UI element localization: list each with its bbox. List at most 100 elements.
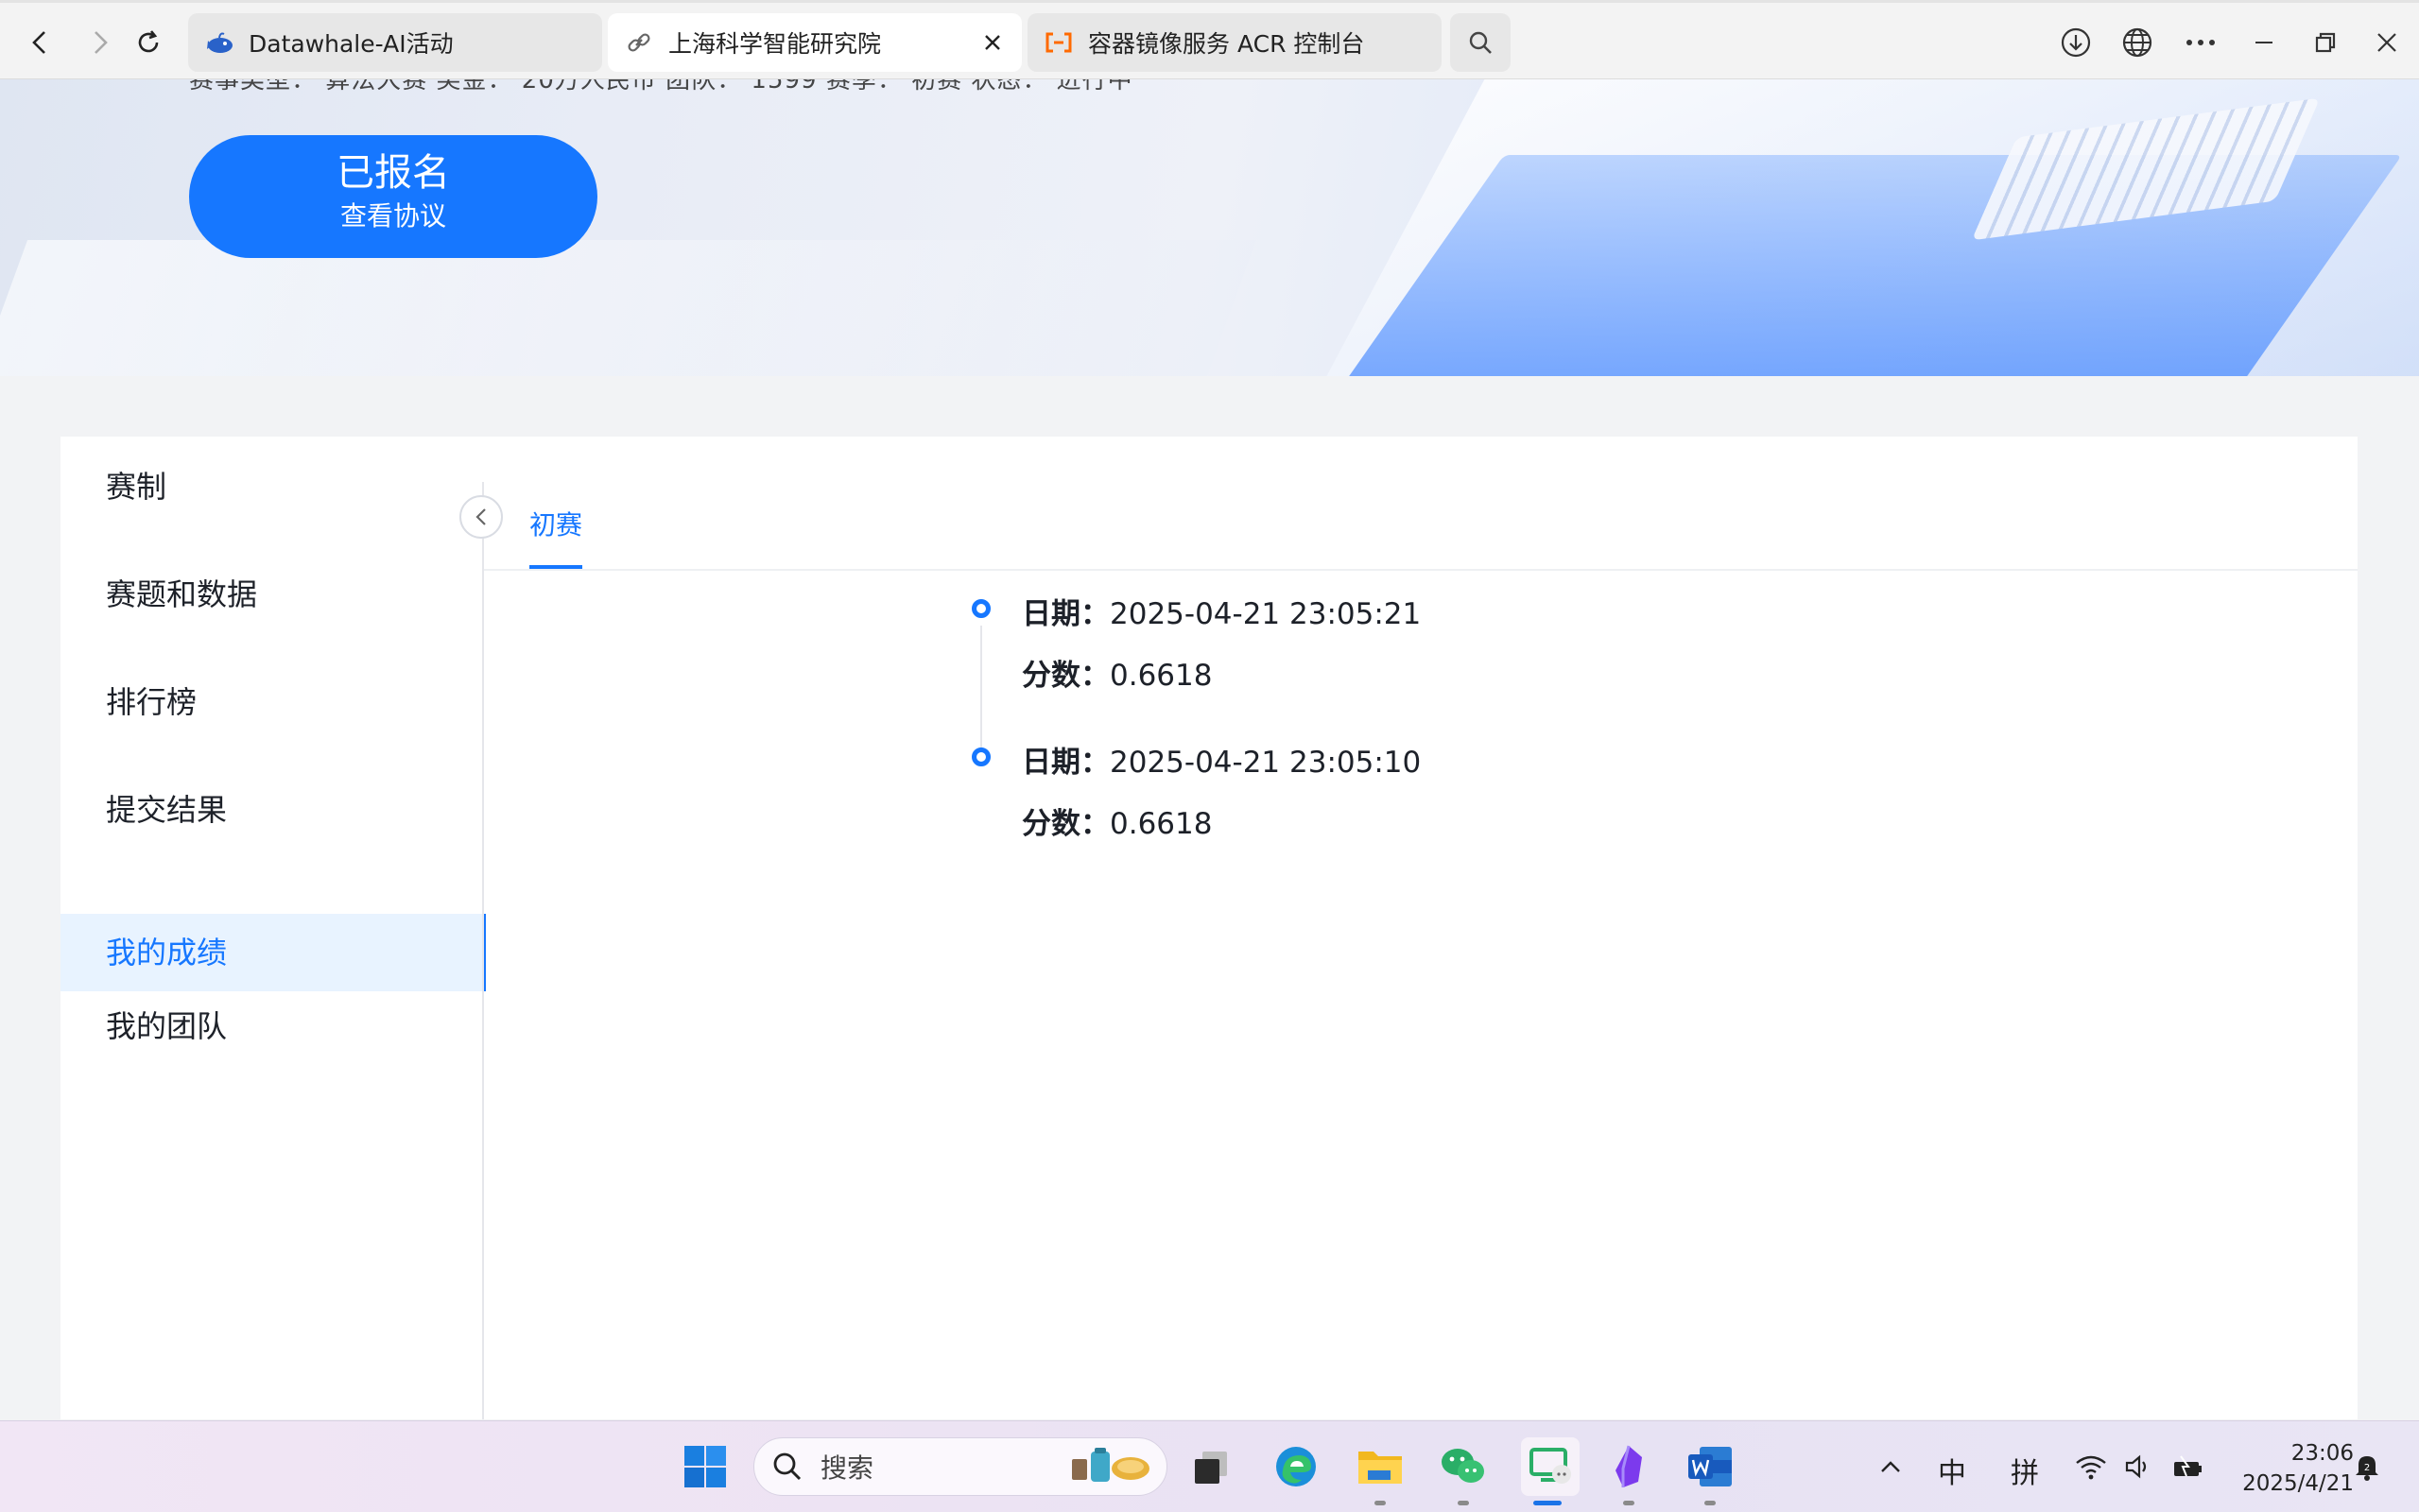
tab-title: 上海科学智能研究院: [668, 30, 882, 58]
battery-charging-icon: [2174, 1455, 2202, 1477]
wechat-button[interactable]: [1439, 1442, 1488, 1491]
start-button[interactable]: [681, 1442, 730, 1491]
whale-icon: [203, 26, 235, 59]
running-indicator: [1704, 1501, 1716, 1505]
wifi-icon: [2076, 1455, 2106, 1480]
sidebar-item-submit[interactable]: 提交结果: [60, 771, 484, 849]
search-placeholder: 搜索: [821, 1452, 874, 1484]
svg-text:2: 2: [2364, 1463, 2370, 1473]
close-icon: [2377, 33, 2396, 52]
word-button[interactable]: [1685, 1442, 1735, 1491]
timeline-dot: [972, 747, 991, 766]
minimize-icon: [2255, 42, 2272, 43]
chat-screen-icon: [1529, 1448, 1571, 1484]
more-button[interactable]: [2180, 22, 2221, 63]
content-card: 赛制 赛题和数据 排行榜 提交结果 我的成绩 我的团队 初赛 日期：2025-0…: [60, 437, 2358, 1419]
result-score-row: 分数：0.6618: [1022, 799, 1212, 842]
running-indicator: [1458, 1501, 1469, 1505]
tab-title: Datawhale-AI活动: [249, 30, 454, 58]
score-label: 分数：: [1022, 807, 1110, 841]
sidebar-item-data[interactable]: 赛题和数据: [60, 556, 484, 633]
result-score-row: 分数：0.6618: [1022, 651, 1212, 694]
tab-preliminary[interactable]: 初赛: [529, 505, 582, 542]
notification-bell-icon: 2: [2356, 1456, 2378, 1481]
folder-icon: [1358, 1452, 1402, 1484]
competition-banner: 赛事类型： 算法大赛 奖金： 20万人民币 团队： 1599 赛季： 初赛 状态…: [0, 79, 2419, 376]
search-icon: [1469, 31, 1492, 54]
date-value: 2025-04-21 23:05:10: [1110, 746, 1422, 780]
sidebar-divider: [482, 482, 484, 1419]
browser-toolbar: Datawhale-AI活动 上海科学智能研究院 容器镜像服务 ACR 控制台: [0, 0, 2419, 79]
sidebar-item-leaderboard[interactable]: 排行榜: [60, 663, 484, 741]
volume-button[interactable]: [2119, 1442, 2157, 1491]
restore-button[interactable]: [2305, 22, 2346, 63]
show-hidden-icons-button[interactable]: [1872, 1442, 1909, 1491]
tab-search-button[interactable]: [1450, 13, 1511, 72]
battery-button[interactable]: [2168, 1442, 2209, 1491]
date-value: 2025-04-21 23:05:21: [1110, 597, 1422, 631]
forward-button[interactable]: [79, 22, 121, 63]
tab-title: 容器镜像服务 ACR 控制台: [1088, 30, 1365, 58]
clock-time: 23:06: [2290, 1441, 2354, 1466]
running-indicator: [1623, 1501, 1634, 1505]
close-window-button[interactable]: [2366, 22, 2408, 63]
edge-icon: [1276, 1447, 1316, 1486]
minimize-button[interactable]: [2243, 22, 2285, 63]
task-view-icon: [1195, 1452, 1227, 1484]
competition-info: 赛事类型： 算法大赛 奖金： 20万人民币 团队： 1599 赛季： 初赛 状态…: [189, 79, 1133, 94]
link-icon: [623, 26, 655, 59]
tab-datawhale[interactable]: Datawhale-AI活动: [188, 13, 602, 72]
back-button[interactable]: [19, 22, 60, 63]
active-tab-indicator: [529, 565, 582, 569]
tab-sais[interactable]: 上海科学智能研究院: [608, 13, 1022, 72]
speaker-icon: [2125, 1454, 2147, 1479]
stage-tabs: [484, 437, 2358, 571]
score-value: 0.6618: [1110, 659, 1213, 693]
remote-desktop-button[interactable]: [1521, 1437, 1580, 1496]
taskbar-search[interactable]: 搜索: [753, 1437, 1167, 1496]
obsidian-button[interactable]: [1604, 1442, 1653, 1491]
sidebar-item-my-team[interactable]: 我的团队: [60, 988, 484, 1065]
download-icon: [2061, 27, 2091, 58]
obsidian-icon: [1616, 1445, 1642, 1487]
date-label: 日期：: [1022, 746, 1110, 780]
signed-up-button[interactable]: 已报名 查看协议: [189, 135, 597, 258]
timeline-dot: [972, 599, 991, 618]
ime-mode[interactable]: 拼: [2011, 1450, 2039, 1491]
globe-icon: [2122, 27, 2152, 58]
edge-button[interactable]: [1271, 1442, 1321, 1491]
running-indicator: [1374, 1501, 1386, 1505]
wechat-icon: [1442, 1449, 1484, 1483]
sidebar-item-rules[interactable]: 赛制: [60, 448, 484, 525]
reload-button[interactable]: [128, 22, 169, 63]
close-icon[interactable]: [976, 26, 1009, 59]
wifi-button[interactable]: [2072, 1442, 2110, 1491]
download-button[interactable]: [2055, 22, 2097, 63]
tab-acr[interactable]: 容器镜像服务 ACR 控制台: [1028, 13, 1442, 72]
signup-status: 已报名: [337, 151, 450, 195]
clock-date: 2025/4/21: [2242, 1471, 2354, 1496]
task-view-button[interactable]: [1186, 1442, 1235, 1491]
active-indicator: [1533, 1501, 1562, 1505]
result-date-row: 日期：2025-04-21 23:05:10: [1022, 738, 1421, 781]
sidebar: 赛制 赛题和数据 排行榜 提交结果 我的成绩 我的团队: [60, 437, 486, 1419]
result-date-row: 日期：2025-04-21 23:05:21: [1022, 590, 1421, 632]
banner-decoration: [0, 240, 1257, 376]
score-label: 分数：: [1022, 659, 1110, 693]
ime-language[interactable]: 中: [1938, 1450, 1966, 1491]
timeline-line: [980, 626, 982, 758]
system-clock[interactable]: 23:06 2025/4/21: [2212, 1438, 2354, 1499]
windows-taskbar: 搜索 中 拼 23:06 2025/4/21 2: [0, 1420, 2419, 1512]
date-label: 日期：: [1022, 597, 1110, 631]
restore-icon: [2315, 32, 2336, 53]
chevron-up-icon: [1881, 1461, 1900, 1472]
more-icon: [2186, 40, 2215, 45]
aliyun-icon: [1043, 26, 1075, 59]
windows-icon: [684, 1446, 726, 1487]
sidebar-item-my-scores[interactable]: 我的成绩: [60, 914, 486, 991]
file-explorer-button[interactable]: [1356, 1442, 1405, 1491]
notification-button[interactable]: 2: [2346, 1442, 2388, 1491]
word-icon: [1688, 1447, 1732, 1486]
translate-button[interactable]: [2117, 22, 2158, 63]
search-highlight-icon: [1068, 1446, 1155, 1494]
